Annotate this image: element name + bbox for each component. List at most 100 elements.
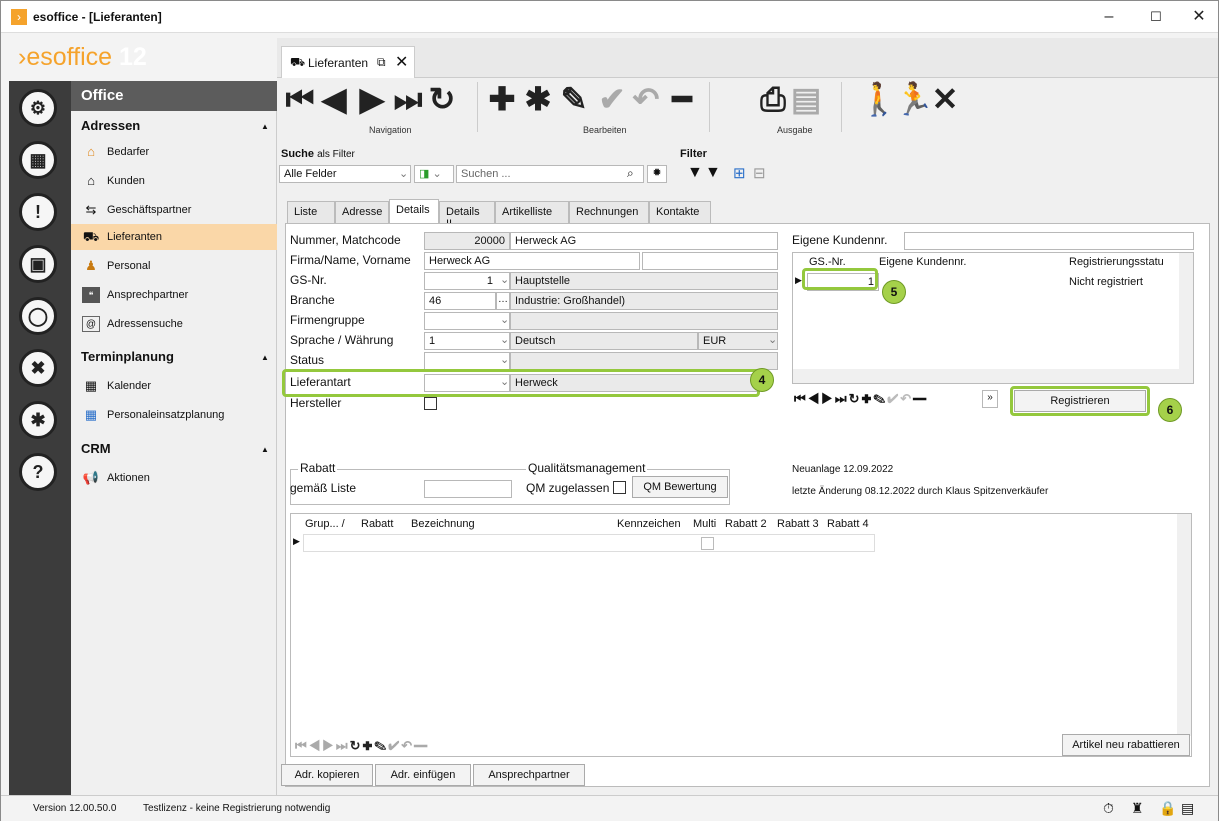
vertical-scrollbar[interactable] bbox=[1177, 514, 1191, 736]
filter-edit-icon[interactable]: ▼ bbox=[705, 164, 721, 182]
last-record-icon[interactable]: ⏭ bbox=[393, 82, 423, 116]
cash-module-icon[interactable]: ▣ bbox=[19, 245, 57, 283]
sidebar-item-personaleinsatzplanung[interactable]: ▦ Personaleinsatzplanung bbox=[71, 402, 277, 428]
close-window-button[interactable]: ✕ bbox=[1189, 7, 1209, 27]
filter-icon[interactable]: ▼ bbox=[687, 164, 703, 182]
artikel-neu-rabattieren-button[interactable]: Artikel neu rabattieren bbox=[1062, 734, 1190, 756]
matchcode-field[interactable]: Herweck AG bbox=[510, 232, 778, 250]
close-record-icon[interactable]: ✕ bbox=[929, 82, 961, 116]
chevron-down-icon[interactable]: ⌄ bbox=[768, 333, 777, 346]
filter-manage-icon[interactable]: ⊞ bbox=[733, 164, 746, 182]
chevron-down-icon[interactable]: ⌄ bbox=[500, 333, 509, 346]
qm-bewertung-button[interactable]: QM Bewertung bbox=[632, 476, 728, 498]
detach-icon[interactable]: ⧉ bbox=[377, 55, 386, 70]
vertical-scrollbar[interactable] bbox=[1179, 253, 1193, 383]
search-mode-select[interactable]: ◨ ⌄ bbox=[414, 165, 454, 183]
previous-record-icon[interactable]: ◀ bbox=[319, 82, 349, 116]
nummer-field[interactable]: 20000 bbox=[424, 232, 510, 250]
tab-details-ii[interactable]: Details II bbox=[439, 201, 495, 230]
sidebar-item-adressensuche[interactable]: @ Adressensuche bbox=[71, 311, 277, 337]
collapse-icon[interactable]: ▲ bbox=[261, 122, 269, 131]
ansprechpartner-button[interactable]: Ansprechpartner bbox=[473, 764, 585, 786]
edit-pencil-icon[interactable]: ✎ bbox=[557, 82, 591, 116]
chevron-down-icon[interactable]: ⌄ bbox=[500, 273, 509, 286]
timer-icon[interactable]: ⏱ bbox=[1103, 800, 1114, 817]
collapse-icon[interactable]: ▲ bbox=[261, 353, 269, 362]
sidebar-item-kalender[interactable]: ▦ Kalender bbox=[71, 373, 277, 399]
table-row[interactable] bbox=[303, 534, 875, 552]
print-icon[interactable]: ⎙ bbox=[755, 82, 791, 116]
chevron-down-icon[interactable]: ⌄ bbox=[500, 353, 509, 366]
export-icon[interactable]: ▤ bbox=[791, 82, 821, 116]
settings-module-icon[interactable]: ✱ bbox=[19, 401, 57, 439]
firma-field[interactable]: Herweck AG bbox=[424, 252, 640, 270]
save-check-icon[interactable]: ✔ bbox=[595, 82, 629, 116]
rabatt-navigator[interactable]: ⏮◀▶⏭↻✚✎✔↶━ bbox=[295, 738, 429, 754]
filter-clear-icon[interactable]: ⊟ bbox=[753, 164, 766, 182]
search-icon[interactable]: ⌕ bbox=[627, 166, 634, 181]
firmengruppe-select[interactable] bbox=[424, 312, 510, 330]
minimize-button[interactable]: – bbox=[1099, 7, 1119, 27]
office-module-icon[interactable]: ⚙ bbox=[19, 89, 57, 127]
notes-icon[interactable]: ▤ bbox=[1181, 800, 1194, 817]
sidebar-item-geschaeftspartner[interactable]: ⇆ Geschäftspartner bbox=[71, 197, 277, 223]
branche-nr-field[interactable]: 46 bbox=[424, 292, 496, 310]
hersteller-checkbox[interactable] bbox=[424, 397, 437, 410]
sidebar-item-kunden[interactable]: ⌂ Kunden bbox=[71, 168, 277, 194]
qm-zugelassen-checkbox[interactable] bbox=[613, 481, 626, 494]
close-tab-icon[interactable]: ✕ bbox=[395, 52, 408, 72]
tab-lieferanten[interactable]: ⛟ Lieferanten ⧉ ✕ bbox=[281, 46, 415, 78]
adr-einfuegen-button[interactable]: Adr. einfügen bbox=[375, 764, 471, 786]
rabatt-input[interactable] bbox=[424, 480, 512, 498]
status-select[interactable] bbox=[424, 352, 510, 370]
sidebar-item-bedarfer[interactable]: ⌂ Bedarfer bbox=[71, 139, 277, 165]
collapse-icon[interactable]: ▲ bbox=[261, 445, 269, 454]
tab-details[interactable]: Details bbox=[389, 199, 439, 223]
search-settings-icon[interactable]: ✹ bbox=[647, 165, 667, 183]
sidebar-category-crm[interactable]: CRM bbox=[81, 441, 111, 456]
vorname-field[interactable] bbox=[642, 252, 778, 270]
multi-checkbox[interactable] bbox=[701, 537, 714, 550]
first-record-icon[interactable]: ⏮ bbox=[285, 82, 315, 116]
support-module-icon[interactable]: ◯ bbox=[19, 297, 57, 335]
search-field-select[interactable]: Alle Felder bbox=[279, 165, 411, 183]
waehrung-select[interactable]: EUR bbox=[698, 332, 778, 350]
delete-minus-icon[interactable]: ━ bbox=[665, 82, 699, 116]
sidebar-category-adressen[interactable]: Adressen bbox=[81, 118, 140, 133]
add-icon[interactable]: ✚ bbox=[485, 82, 519, 116]
sidebar-item-personal[interactable]: ♟ Personal bbox=[71, 253, 277, 279]
maximize-button[interactable]: ☐ bbox=[1146, 7, 1166, 27]
sidebar-item-aktionen[interactable]: 📢 Aktionen bbox=[71, 465, 277, 491]
next-record-icon[interactable]: ▶ bbox=[357, 82, 387, 116]
new-star-icon[interactable]: ✱ bbox=[521, 82, 555, 116]
horizontal-scrollbar[interactable] bbox=[793, 369, 1179, 383]
alarm-module-icon[interactable]: ! bbox=[19, 193, 57, 231]
tab-artikelliste[interactable]: Artikelliste bbox=[495, 201, 569, 223]
tab-rechnungen[interactable]: Rechnungen bbox=[569, 201, 649, 223]
refresh-icon[interactable]: ↻ bbox=[427, 82, 457, 116]
search-input[interactable]: Suchen ... bbox=[456, 165, 644, 183]
adr-kopieren-button[interactable]: Adr. kopieren bbox=[281, 764, 373, 786]
more-icon[interactable]: » bbox=[982, 390, 998, 408]
user-icon[interactable]: ♜ bbox=[1131, 800, 1144, 817]
eigene-kundennr-field[interactable] bbox=[904, 232, 1194, 250]
branche-lookup-button[interactable]: … bbox=[496, 292, 510, 310]
gs-nr-select[interactable]: 1 bbox=[424, 272, 510, 290]
tools-module-icon[interactable]: ✖ bbox=[19, 349, 57, 387]
kunden-navigator[interactable]: ⏮◀▶⏭↻✚✎✔↶━ bbox=[794, 391, 928, 407]
tab-adresse[interactable]: Adresse bbox=[335, 201, 389, 223]
help-module-icon[interactable]: ? bbox=[19, 453, 57, 491]
lock-icon[interactable]: 🔒 bbox=[1159, 800, 1176, 817]
walk-slow-icon[interactable]: 🚶 bbox=[859, 82, 899, 116]
sidebar-category-terminplanung[interactable]: Terminplanung bbox=[81, 349, 174, 364]
run-fast-icon[interactable]: 🏃 bbox=[894, 82, 934, 116]
undo-icon[interactable]: ↶ bbox=[629, 82, 663, 116]
calculator-module-icon[interactable]: ▦ bbox=[19, 141, 57, 179]
tab-liste[interactable]: Liste bbox=[287, 201, 335, 223]
sprache-select[interactable]: 1 bbox=[424, 332, 510, 350]
sidebar-item-ansprechpartner[interactable]: ❝ Ansprechpartner bbox=[71, 282, 277, 308]
chevron-down-icon[interactable]: ⌄ bbox=[399, 167, 408, 180]
chevron-down-icon[interactable]: ⌄ bbox=[500, 313, 509, 326]
sidebar-item-lieferanten[interactable]: ⛟ Lieferanten bbox=[71, 224, 277, 250]
tab-kontakte[interactable]: Kontakte bbox=[649, 201, 711, 223]
